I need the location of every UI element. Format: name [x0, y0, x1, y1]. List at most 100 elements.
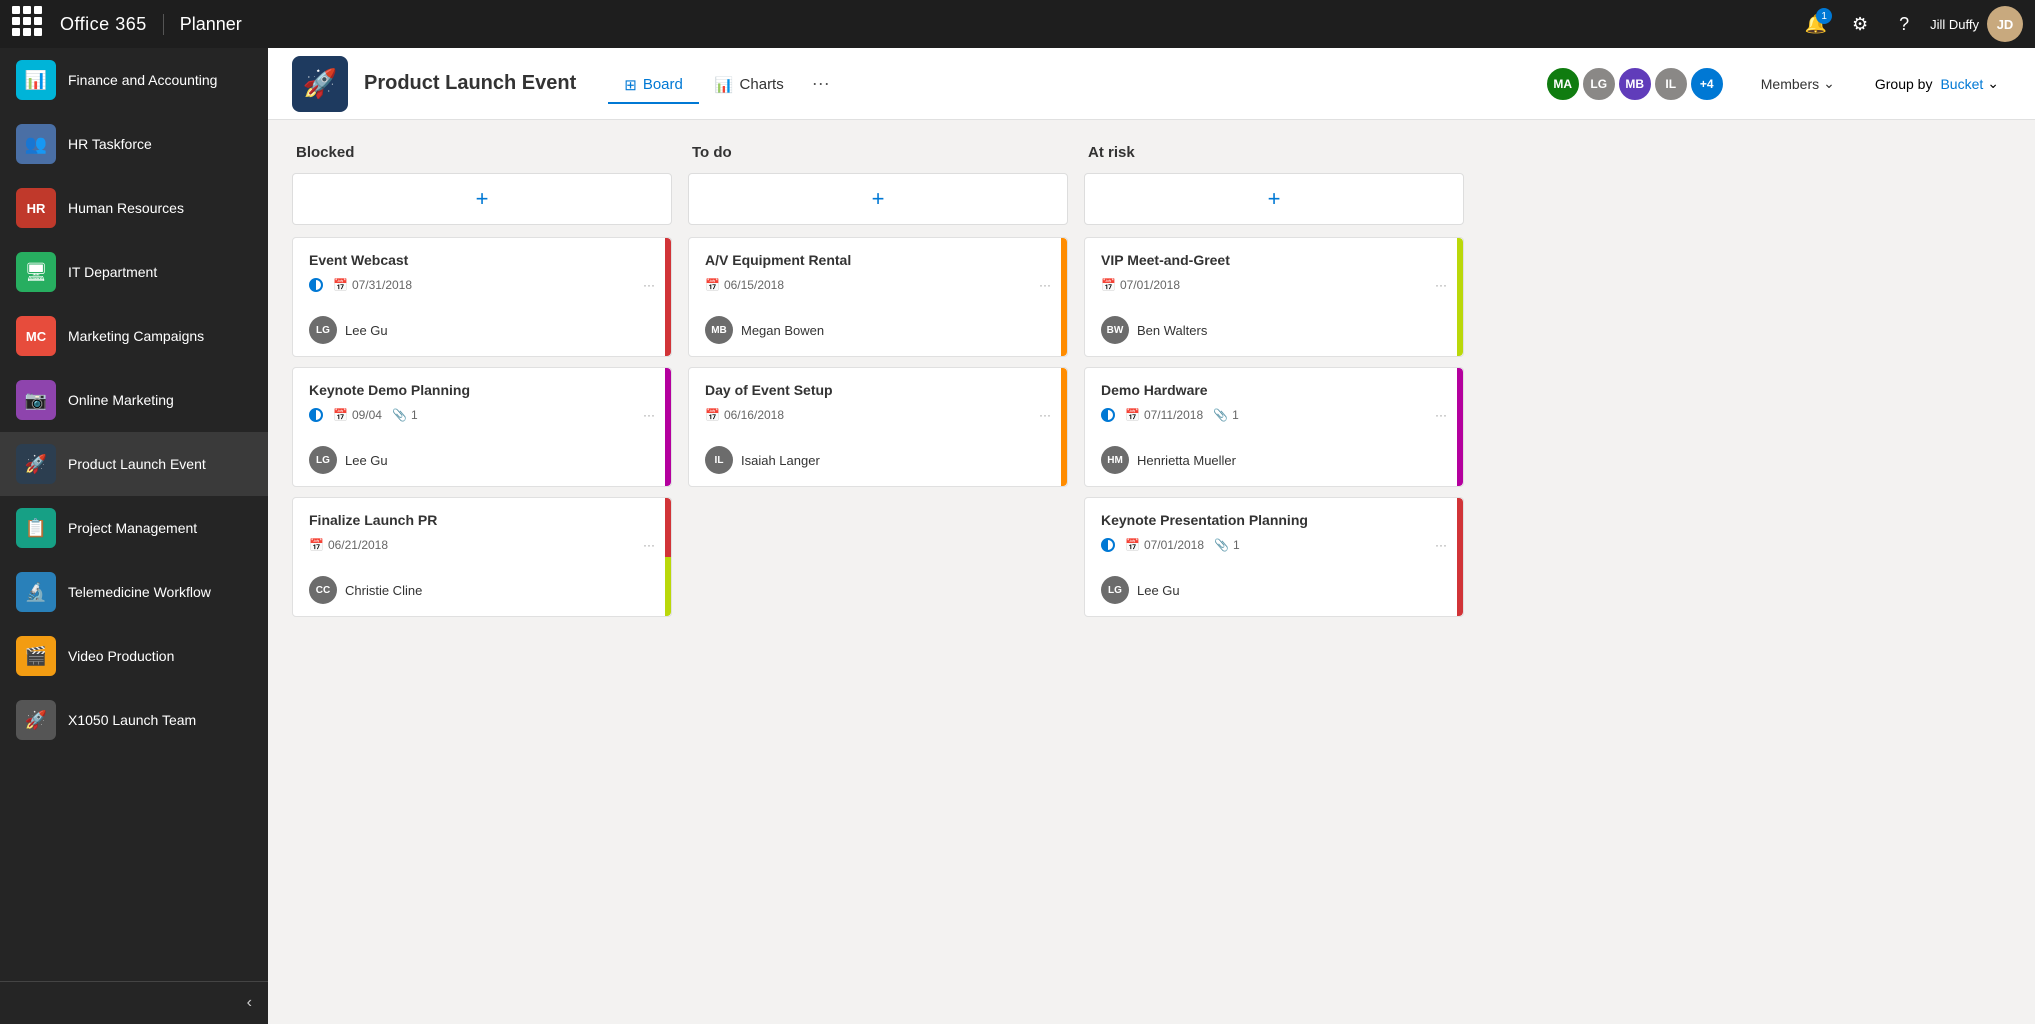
card-meta: 📅 06/15/2018 ··· — [705, 278, 1051, 292]
card-assignee: Lee Gu — [345, 323, 388, 338]
card-footer: CC Christie Cline — [293, 576, 671, 616]
sidebar-item-label: Human Resources — [68, 199, 184, 217]
calendar-icon: 📅 — [309, 538, 324, 552]
board: Blocked + Event Webcast 📅 07/31/2018 — [268, 120, 2035, 1024]
member-avatar-il[interactable]: IL — [1653, 66, 1689, 102]
sidebar: 📊 Finance and Accounting 👥 HR Taskforce … — [0, 48, 268, 1024]
card-vip-meet[interactable]: VIP Meet-and-Greet 📅 07/01/2018 ··· BW B… — [1084, 237, 1464, 357]
card-assignee: Megan Bowen — [741, 323, 824, 338]
add-task-todo[interactable]: + — [688, 173, 1068, 225]
group-by-chevron-icon: ⌄ — [1987, 75, 1999, 92]
card-user-avatar: CC — [309, 576, 337, 604]
card-meta: 📅 07/01/2018 ··· — [1101, 278, 1447, 292]
sidebar-item-finance[interactable]: 📊 Finance and Accounting — [0, 48, 268, 112]
tab-charts-label: Charts — [740, 76, 784, 93]
calendar-icon: 📅 — [333, 278, 348, 292]
card-more-button[interactable]: ··· — [1435, 408, 1447, 422]
product-launch-icon: 🚀 — [16, 444, 56, 484]
card-user-avatar: IL — [705, 446, 733, 474]
card-av-equipment[interactable]: A/V Equipment Rental 📅 06/15/2018 ··· MB… — [688, 237, 1068, 357]
sidebar-item-marketing[interactable]: MC Marketing Campaigns — [0, 304, 268, 368]
group-by-label: Group by — [1875, 76, 1933, 92]
card-meta: 📅 06/16/2018 ··· — [705, 408, 1051, 422]
card-more-button[interactable]: ··· — [1039, 408, 1051, 422]
card-more-button[interactable]: ··· — [1039, 278, 1051, 292]
sidebar-item-label: Marketing Campaigns — [68, 327, 204, 345]
tab-board[interactable]: ⊞ Board — [608, 67, 699, 104]
notif-badge: 1 — [1816, 8, 1832, 24]
progress-icon — [309, 278, 323, 292]
sidebar-item-product-launch[interactable]: 🚀 Product Launch Event — [0, 432, 268, 496]
members-button[interactable]: Members ⌄ — [1749, 69, 1847, 98]
member-avatar-mb[interactable]: MB — [1617, 66, 1653, 102]
progress-icon — [1101, 538, 1115, 552]
add-task-blocked[interactable]: + — [292, 173, 672, 225]
card-footer: BW Ben Walters — [1085, 316, 1463, 356]
column-blocked-header: Blocked — [292, 144, 672, 161]
card-more-button[interactable]: ··· — [1435, 278, 1447, 292]
help-button[interactable]: ? — [1886, 6, 1922, 42]
members-chevron-icon: ⌄ — [1823, 75, 1835, 92]
card-footer: LG Lee Gu — [293, 316, 671, 356]
sidebar-item-online-marketing[interactable]: 📷 Online Marketing — [0, 368, 268, 432]
tab-charts[interactable]: 📊 Charts — [699, 67, 800, 104]
card-title: Demo Hardware — [1101, 382, 1447, 398]
x1050-icon: 🚀 — [16, 700, 56, 740]
card-assignee: Lee Gu — [345, 453, 388, 468]
card-footer: IL Isaiah Langer — [689, 446, 1067, 486]
sidebar-collapse-button[interactable]: ‹ — [0, 981, 268, 1024]
plan-logo-icon: 🚀 — [303, 67, 338, 100]
card-assignee: Ben Walters — [1137, 323, 1207, 338]
priority-bar — [1457, 238, 1463, 356]
sidebar-item-x1050[interactable]: 🚀 X1050 Launch Team — [0, 688, 268, 752]
card-date: 📅 07/31/2018 — [333, 278, 412, 292]
office-label: Office 365 — [60, 14, 164, 35]
card-day-setup[interactable]: Day of Event Setup 📅 06/16/2018 ··· IL I… — [688, 367, 1068, 487]
card-more-button[interactable]: ··· — [643, 538, 655, 552]
sidebar-item-it-dept[interactable]: 🖥 IT Department — [0, 240, 268, 304]
card-title: VIP Meet-and-Greet — [1101, 252, 1447, 268]
member-avatar-ma[interactable]: MA — [1545, 66, 1581, 102]
sidebar-item-hr-taskforce[interactable]: 👥 HR Taskforce — [0, 112, 268, 176]
card-user-avatar: LG — [1101, 576, 1129, 604]
plan-title: Product Launch Event — [364, 72, 576, 95]
card-more-button[interactable]: ··· — [643, 278, 655, 292]
sidebar-item-label: Telemedicine Workflow — [68, 583, 211, 601]
member-avatar-extra[interactable]: +4 — [1689, 66, 1725, 102]
progress-icon — [309, 408, 323, 422]
members-avatars: MA LG MB IL +4 — [1545, 66, 1725, 102]
main-layout: 📊 Finance and Accounting 👥 HR Taskforce … — [0, 48, 2035, 1024]
notifications-button[interactable]: 🔔 1 — [1798, 6, 1834, 42]
calendar-icon: 📅 — [1125, 538, 1140, 552]
member-avatar-lg[interactable]: LG — [1581, 66, 1617, 102]
sidebar-item-label: Online Marketing — [68, 391, 174, 409]
sidebar-item-video-prod[interactable]: 🎬 Video Production — [0, 624, 268, 688]
card-assignee: Lee Gu — [1137, 583, 1180, 598]
card-demo-hardware[interactable]: Demo Hardware 📅 07/11/2018 📎 1 · — [1084, 367, 1464, 487]
sidebar-item-telemedicine[interactable]: 🔬 Telemedicine Workflow — [0, 560, 268, 624]
add-task-at-risk[interactable]: + — [1084, 173, 1464, 225]
marketing-icon: MC — [16, 316, 56, 356]
card-event-webcast[interactable]: Event Webcast 📅 07/31/2018 ··· LG Le — [292, 237, 672, 357]
apps-grid-icon[interactable] — [12, 6, 48, 42]
calendar-icon: 📅 — [1101, 278, 1116, 292]
settings-button[interactable]: ⚙ — [1842, 6, 1878, 42]
topbar: Office 365 Planner 🔔 1 ⚙ ? Jill Duffy JD — [0, 0, 2035, 48]
card-keynote-presentation[interactable]: Keynote Presentation Planning 📅 07/01/20… — [1084, 497, 1464, 617]
progress-icon — [1101, 408, 1115, 422]
more-options-button[interactable]: ··· — [800, 65, 842, 102]
card-user-avatar: LG — [309, 316, 337, 344]
sidebar-item-label: IT Department — [68, 263, 157, 281]
sidebar-item-project-mgmt[interactable]: 📋 Project Management — [0, 496, 268, 560]
user-profile[interactable]: Jill Duffy JD — [1930, 6, 2023, 42]
card-keynote-demo[interactable]: Keynote Demo Planning 📅 09/04 📎 1 — [292, 367, 672, 487]
card-more-button[interactable]: ··· — [643, 408, 655, 422]
card-more-button[interactable]: ··· — [1435, 538, 1447, 552]
card-finalize-pr[interactable]: Finalize Launch PR 📅 06/21/2018 ··· CC C… — [292, 497, 672, 617]
video-prod-icon: 🎬 — [16, 636, 56, 676]
column-todo-header: To do — [688, 144, 1068, 161]
sidebar-item-human-resources[interactable]: HR Human Resources — [0, 176, 268, 240]
card-assignee: Christie Cline — [345, 583, 422, 598]
attach-icon: 📎 — [392, 408, 407, 422]
group-by-button[interactable]: Group by Bucket ⌄ — [1863, 69, 2011, 98]
